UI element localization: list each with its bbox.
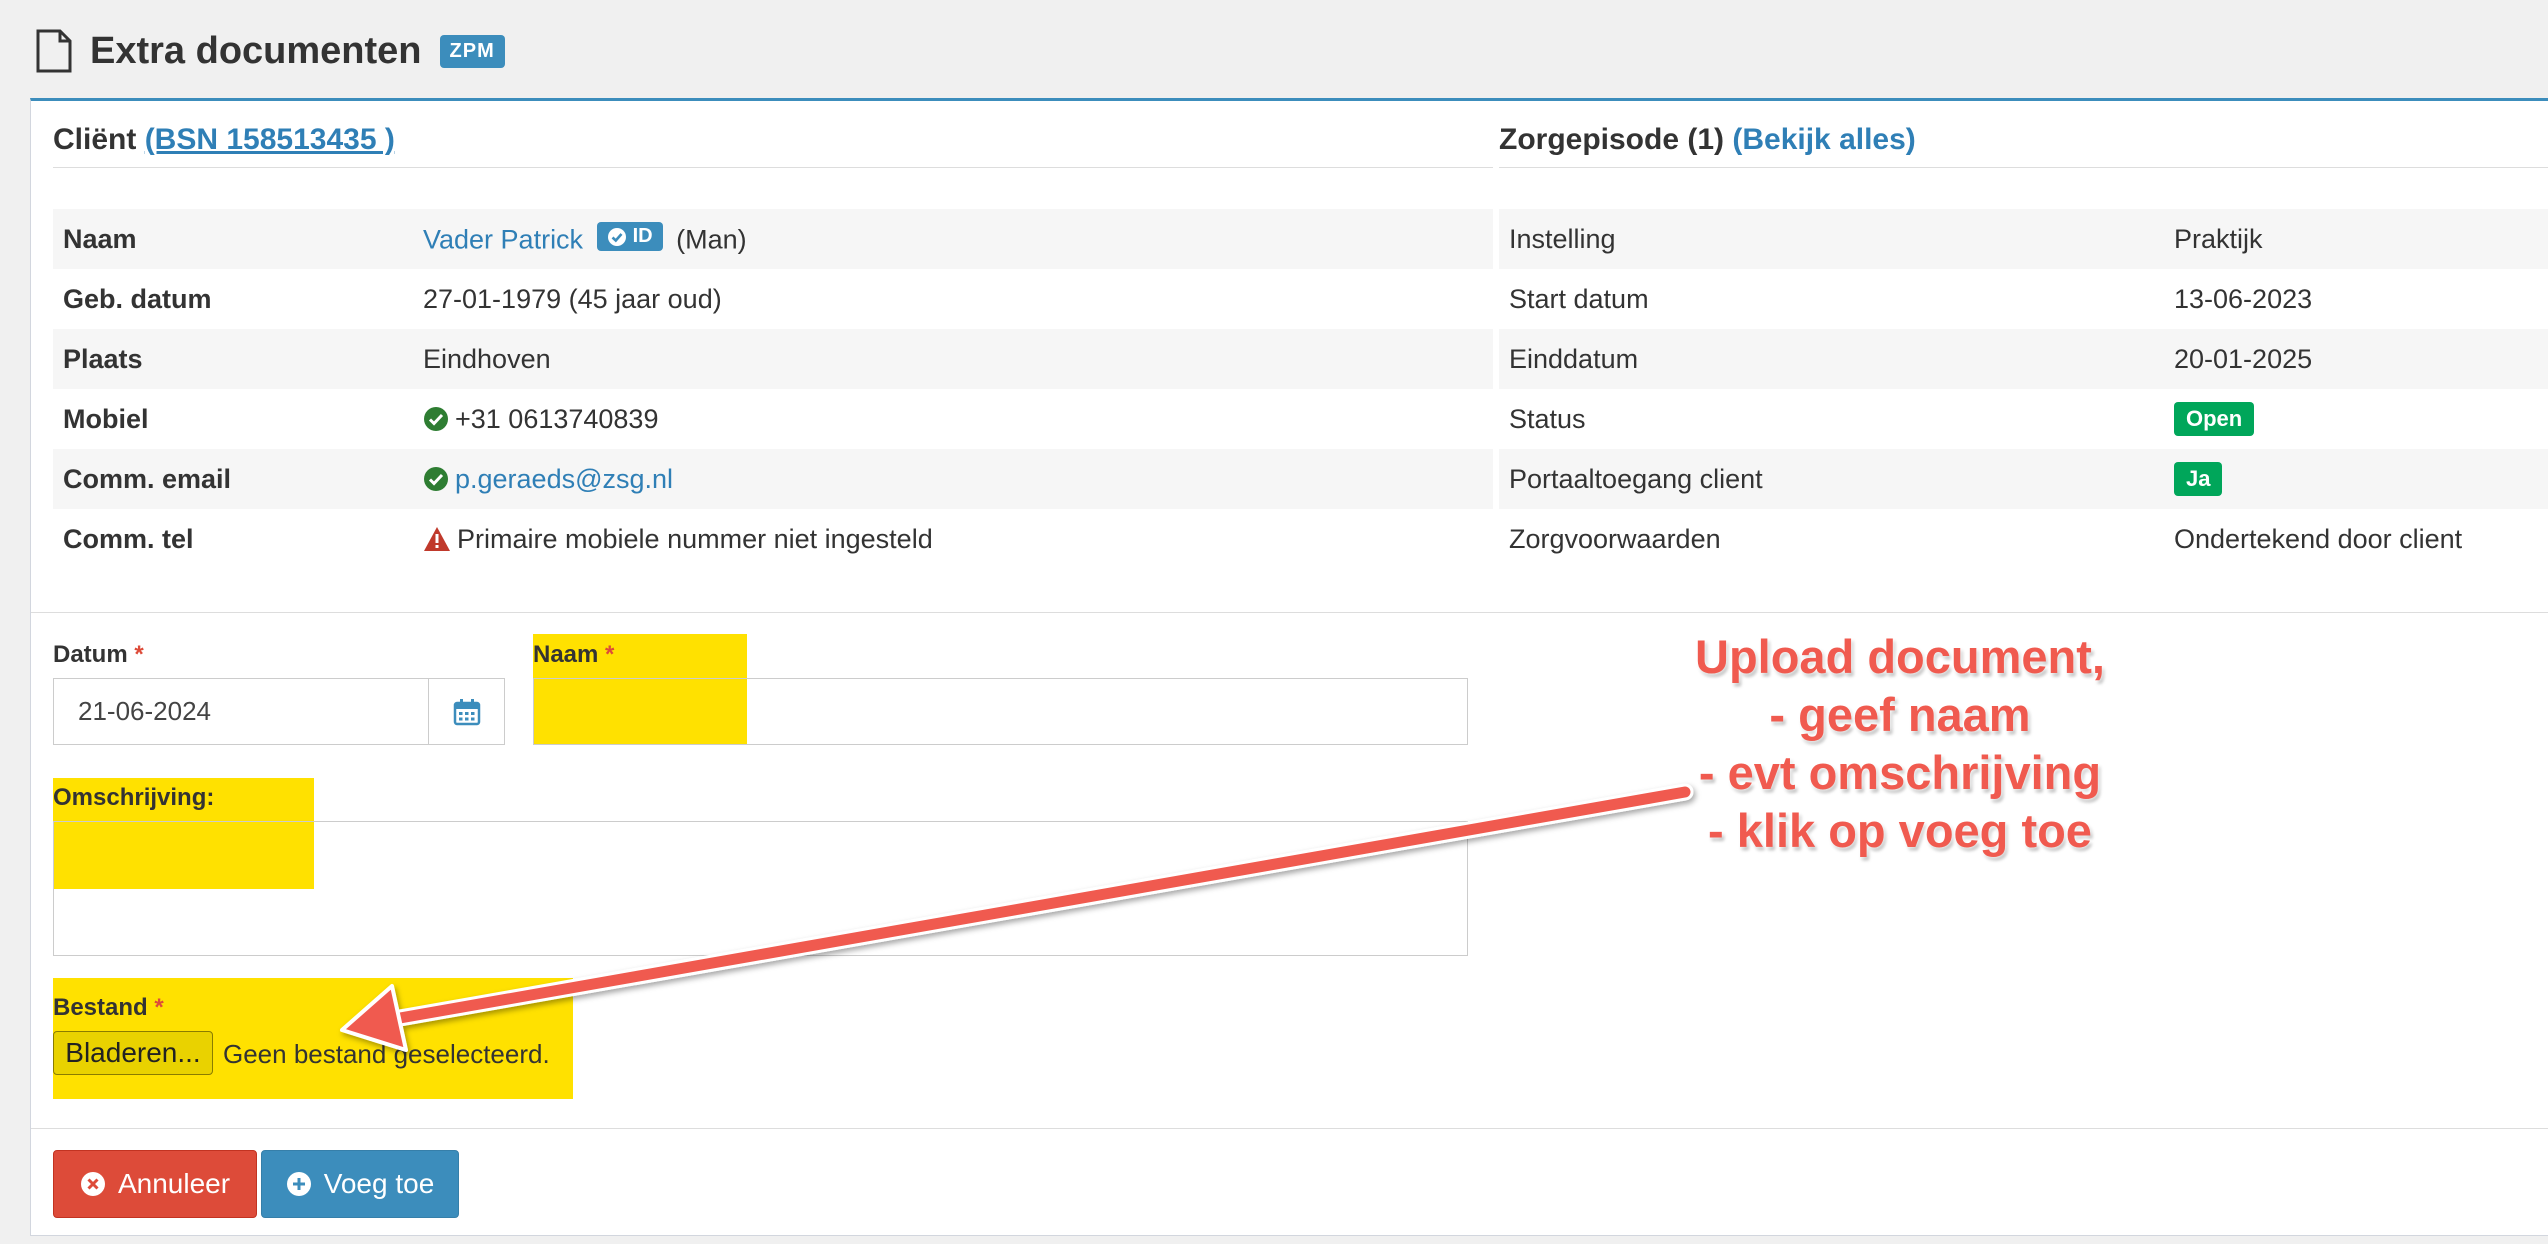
annotation-line: - klik op voeg toe (1708, 804, 2092, 857)
annotation-callout: Upload document, - geef naam - evt omsch… (1620, 628, 2180, 860)
annotation-arrow (340, 783, 1694, 1052)
annotation-line: - geef naam (1769, 688, 2031, 741)
annotation-line: Upload document, (1695, 630, 2105, 683)
annotation-line: - evt omschrijving (1698, 746, 2102, 799)
